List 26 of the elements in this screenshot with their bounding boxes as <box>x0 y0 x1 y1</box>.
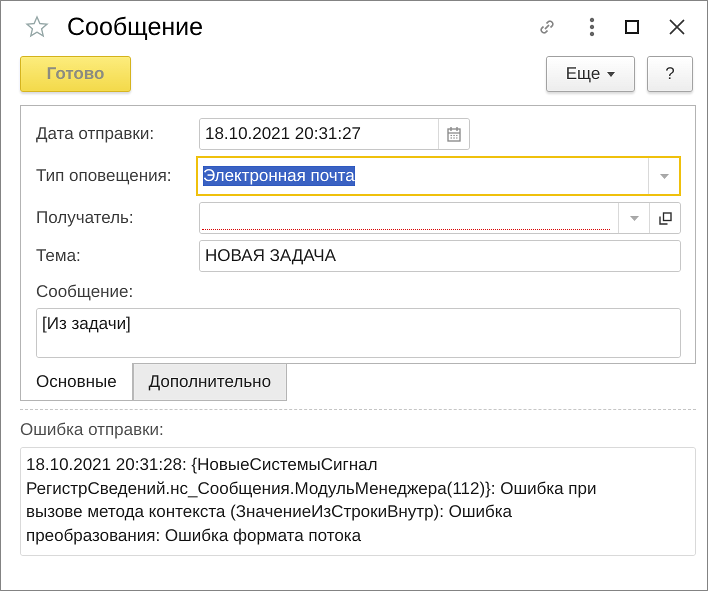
input-field[interactable]: НОВАЯ ЗАДАЧА <box>199 240 681 272</box>
error-text: 18.10.2021 20:31:28: {НовыеСистемыСигнал РегистрСведений.нс_Сообщения.МодульМенеджера(112)}: Ошибка при вызове метода контекста (ЗначениеИзСтрокиВнутр): Ошибка преобразования: Ошибка формата потока <box>20 447 696 556</box>
help-button[interactable]: ? <box>647 56 693 92</box>
caret-icon[interactable] <box>660 174 668 178</box>
maximize-icon[interactable] <box>625 20 639 34</box>
error-label: Ошибка отправки: <box>20 420 165 440</box>
field-label: Получатель: <box>36 208 135 228</box>
star-icon[interactable] <box>25 15 49 39</box>
field-label: Дата отправки: <box>36 124 156 144</box>
window-title: Сообщение <box>67 12 204 42</box>
tab[interactable]: Основные <box>20 363 133 401</box>
more-icon[interactable] <box>589 17 595 37</box>
close-icon[interactable] <box>669 19 685 35</box>
dropdown-field[interactable]: Электронная почта <box>196 156 681 196</box>
field-label: Тип оповещения: <box>36 166 173 186</box>
message-field[interactable]: [Из задачи] <box>36 308 681 358</box>
open-icon[interactable] <box>658 212 672 224</box>
calendar-icon[interactable] <box>447 126 461 142</box>
date-field[interactable]: 18.10.2021 20:31:27 <box>199 118 470 150</box>
field-label: Тема: <box>36 246 82 266</box>
more-button[interactable]: Еще <box>546 56 635 92</box>
dropdown-field[interactable] <box>199 202 681 234</box>
field-label: Сообщение: <box>36 282 134 302</box>
caret-icon <box>607 72 616 76</box>
tab[interactable]: Дополнительно <box>132 363 288 401</box>
caret-icon[interactable] <box>630 216 638 220</box>
